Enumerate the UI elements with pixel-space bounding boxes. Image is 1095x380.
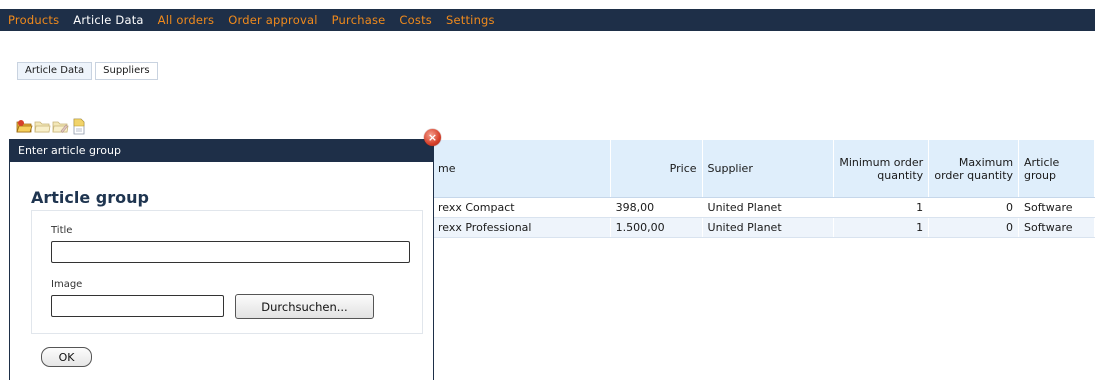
cell-max-qty: 0 bbox=[928, 217, 1020, 238]
image-path-input[interactable] bbox=[51, 295, 224, 317]
tab-article-data[interactable]: Article Data bbox=[17, 62, 93, 80]
toolbar bbox=[16, 118, 88, 135]
title-label: Title bbox=[51, 225, 73, 236]
cell-min-qty: 1 bbox=[833, 217, 930, 238]
nav-item-all-orders[interactable]: All orders bbox=[158, 13, 215, 27]
cell-name: rexx Professional bbox=[432, 217, 611, 238]
table-row[interactable]: rexx Professional 1.500,00 United Planet… bbox=[432, 217, 1095, 238]
cell-supplier: United Planet bbox=[701, 197, 835, 218]
folder-icon[interactable] bbox=[34, 118, 51, 135]
cell-max-qty: 0 bbox=[928, 197, 1020, 218]
nav-item-article-data[interactable]: Article Data bbox=[73, 13, 143, 27]
cell-price: 1.500,00 bbox=[609, 217, 703, 238]
nav-item-settings[interactable]: Settings bbox=[446, 13, 495, 27]
column-header-min-qty[interactable]: Minimum order quantity bbox=[833, 139, 930, 198]
table-row[interactable]: rexx Compact 398,00 United Planet 1 0 So… bbox=[432, 197, 1095, 218]
nav-item-costs[interactable]: Costs bbox=[399, 13, 432, 27]
cell-price: 398,00 bbox=[609, 197, 703, 218]
column-header-article-group[interactable]: Article group bbox=[1018, 139, 1095, 198]
article-table: me Price Supplier Minimum order quantity… bbox=[432, 139, 1095, 238]
column-header-supplier[interactable]: Supplier bbox=[701, 139, 835, 198]
open-folder-icon[interactable] bbox=[16, 118, 33, 135]
dialog-heading: Article group bbox=[31, 188, 149, 207]
image-label: Image bbox=[51, 279, 83, 290]
column-header-name[interactable]: me bbox=[432, 139, 611, 198]
nav-item-order-approval[interactable]: Order approval bbox=[228, 13, 317, 27]
folder-edit-icon[interactable] bbox=[52, 118, 69, 135]
dialog-title[interactable]: Enter article group bbox=[10, 140, 433, 162]
close-icon[interactable]: × bbox=[424, 129, 441, 146]
title-input[interactable] bbox=[51, 241, 410, 263]
cell-name: rexx Compact bbox=[432, 197, 611, 218]
document-icon[interactable] bbox=[70, 118, 87, 135]
nav-item-products[interactable]: Products bbox=[8, 13, 59, 27]
article-group-form: Title Image Durchsuchen... bbox=[31, 210, 423, 334]
subtabs: Article Data Suppliers bbox=[17, 62, 161, 80]
cell-supplier: United Planet bbox=[701, 217, 835, 238]
nav-item-purchase[interactable]: Purchase bbox=[332, 13, 386, 27]
browse-button[interactable]: Durchsuchen... bbox=[235, 294, 374, 319]
cell-article-group: Software bbox=[1018, 197, 1095, 218]
tab-suppliers[interactable]: Suppliers bbox=[95, 62, 158, 80]
ok-button[interactable]: OK bbox=[41, 347, 92, 367]
top-navigation: Products Article Data All orders Order a… bbox=[0, 9, 1095, 31]
cell-article-group: Software bbox=[1018, 217, 1095, 238]
column-header-max-qty[interactable]: Maximum order quantity bbox=[928, 139, 1020, 198]
article-group-dialog: Enter article group Article group Title … bbox=[9, 139, 434, 380]
column-header-price[interactable]: Price bbox=[609, 139, 703, 198]
cell-min-qty: 1 bbox=[833, 197, 930, 218]
